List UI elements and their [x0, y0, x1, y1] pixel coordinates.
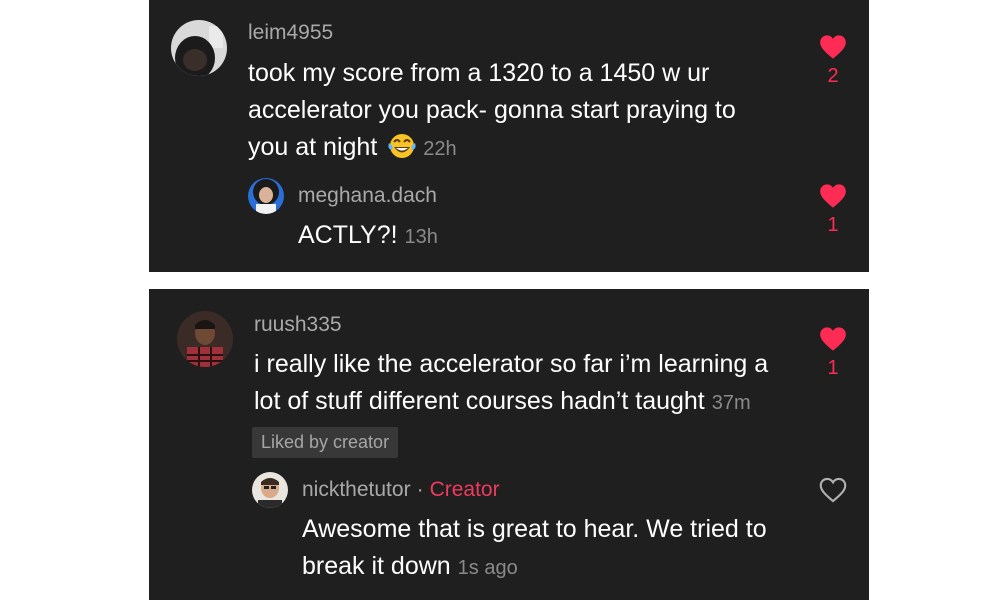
comment-username[interactable]: ruush335 [254, 313, 342, 337]
liked-by-creator-badge: Liked by creator [252, 427, 399, 458]
reply-avatar[interactable] [248, 178, 284, 214]
like-count: 1 [827, 214, 839, 236]
avatar[interactable] [171, 20, 227, 76]
reply-text: ACTLY?! 13h [298, 221, 438, 249]
avatar[interactable] [177, 311, 233, 367]
reply-time: 1s ago [457, 557, 518, 579]
comment-time: 22h [423, 138, 457, 160]
reply-username[interactable]: nickthetutor [302, 478, 411, 501]
comment-card: ruush335 i really like the accelerator s… [149, 289, 869, 600]
comment-card: leim4955 took my score from a 1320 to a … [149, 0, 869, 272]
like-button[interactable]: 2 [813, 34, 853, 88]
heart-icon [820, 184, 846, 208]
heart-icon [820, 327, 846, 351]
heart-icon [820, 35, 846, 59]
like-count: 1 [827, 357, 839, 379]
reply-like-button[interactable]: 1 [813, 183, 853, 237]
reply-like-button[interactable] [813, 477, 853, 503]
comment-text: i really like the accelerator so far i’m… [254, 350, 769, 415]
comment-time: 37m [711, 392, 751, 414]
creator-badge: Creator [429, 478, 500, 501]
like-count: 2 [827, 65, 839, 87]
reply-header: nickthetutor · Creator [302, 478, 500, 502]
reply-username[interactable]: meghana.dach [298, 184, 437, 208]
reply-text: Awesome that is great to hear. We tried … [302, 515, 767, 580]
comment-username[interactable]: leim4955 [248, 21, 333, 45]
laughing-tears-emoji [387, 131, 417, 170]
reply-avatar[interactable] [252, 472, 288, 508]
reply-time: 13h [404, 226, 438, 248]
separator-dot: · [416, 478, 424, 501]
like-button[interactable]: 1 [813, 326, 853, 380]
comment-text: took my score from a 1320 to a 1450 w ur… [248, 55, 736, 170]
heart-outline-icon [819, 477, 847, 503]
